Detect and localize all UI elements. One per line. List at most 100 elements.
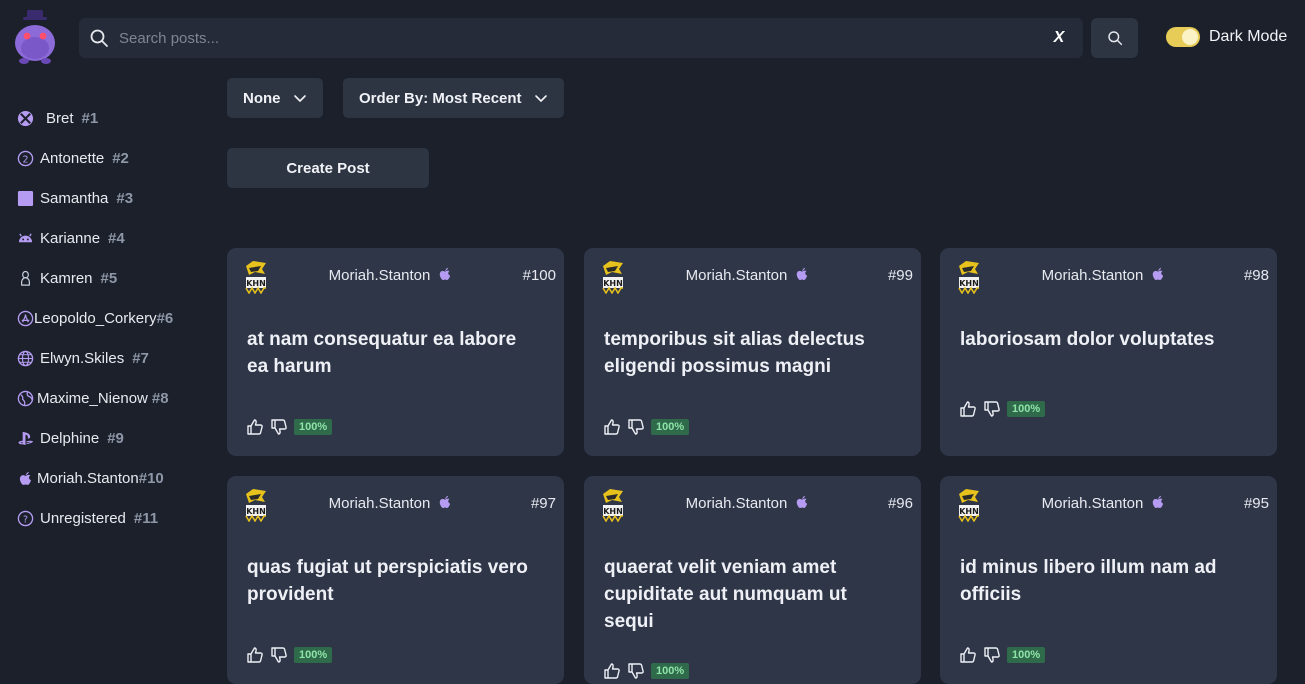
apple-icon xyxy=(797,495,808,509)
vote-controls: 100% xyxy=(603,662,690,680)
thumbs-up-icon[interactable] xyxy=(246,418,264,436)
sidebar-item-number: #5 xyxy=(100,269,118,287)
sidebar-item-number: #9 xyxy=(107,429,124,447)
sidebar: Bret #1 2 Antonette #2 Samantha #3 Karia… xyxy=(0,98,215,538)
post-number: #99 xyxy=(887,267,913,284)
search-input[interactable] xyxy=(119,18,1049,58)
linux-icon xyxy=(16,269,34,287)
sidebar-item-label: Elwyn.Skiles xyxy=(40,349,125,367)
avatar: KHN xyxy=(602,489,623,522)
sidebar-item-karianne[interactable]: Karianne #4 xyxy=(0,218,215,258)
post-author[interactable]: Moriah.Stanton xyxy=(644,267,851,284)
post-card[interactable]: KHN Moriah.Stanton #100 at nam consequat… xyxy=(227,248,564,456)
sidebar-item-maxime-nienow[interactable]: Maxime_Nienow #8 xyxy=(0,378,215,418)
post-title: id minus libero illum nam ad officiis xyxy=(960,557,1217,605)
thumbs-down-icon[interactable] xyxy=(270,418,288,436)
apple-icon xyxy=(1153,495,1164,509)
sidebar-item-label: Karianne xyxy=(40,229,101,247)
sidebar-item-number: #11 xyxy=(133,509,159,527)
sidebar-item-number: #3 xyxy=(116,189,134,207)
score-badge: 100% xyxy=(1007,647,1046,663)
sidebar-item-label: Leopoldo_Corkery xyxy=(34,309,157,327)
search-bar: X xyxy=(79,18,1083,58)
avatar: KHN xyxy=(602,261,623,294)
post-author[interactable]: Moriah.Stanton xyxy=(644,495,851,512)
post-author[interactable]: Moriah.Stanton xyxy=(287,267,494,284)
post-author-name: Moriah.Stanton xyxy=(1041,495,1144,512)
search-button[interactable] xyxy=(1091,18,1138,58)
sidebar-item-number: #7 xyxy=(132,349,149,367)
sidebar-item-unregistered[interactable]: ? Unregistered #11 xyxy=(0,498,215,538)
svg-text:KHN: KHN xyxy=(603,507,623,516)
thumbs-up-icon[interactable] xyxy=(959,646,977,664)
avatar: KHN xyxy=(958,261,979,294)
thumbs-down-icon[interactable] xyxy=(983,400,1001,418)
post-number: #97 xyxy=(530,495,556,512)
sidebar-item-label: Maxime_Nienow xyxy=(37,389,148,407)
thumbs-up-icon[interactable] xyxy=(603,662,621,680)
apple-icon xyxy=(797,267,808,281)
thumbs-down-icon[interactable] xyxy=(270,646,288,664)
post-author[interactable]: Moriah.Stanton xyxy=(1000,267,1207,284)
apple-icon xyxy=(440,267,451,281)
vote-controls: 100% xyxy=(246,418,333,436)
post-author-name: Moriah.Stanton xyxy=(685,267,788,284)
sidebar-item-leopoldo-corkery[interactable]: Leopoldo_Corkery #6 xyxy=(0,298,215,338)
score-badge: 100% xyxy=(1007,401,1046,417)
vote-controls: 100% xyxy=(603,418,690,436)
svg-text:2: 2 xyxy=(22,154,28,165)
order-dropdown[interactable]: Order By: Most Recent xyxy=(343,78,564,118)
sidebar-item-number: #8 xyxy=(151,389,169,407)
chevron-down-icon xyxy=(534,95,547,102)
svg-text:KHN: KHN xyxy=(959,507,979,516)
post-card[interactable]: KHN Moriah.Stanton #98 laboriosam dolor … xyxy=(940,248,1277,456)
create-post-button[interactable]: Create Post xyxy=(227,148,429,188)
sidebar-item-label: Unregistered xyxy=(40,509,126,527)
sidebar-item-number: #4 xyxy=(108,229,125,247)
post-title: quaerat velit veniam amet cupiditate aut… xyxy=(604,557,847,632)
score-badge: 100% xyxy=(651,419,690,435)
top-bar: X Dark Mode xyxy=(0,0,1305,78)
category-dropdown[interactable]: None xyxy=(227,78,323,118)
thumbs-down-icon[interactable] xyxy=(627,418,645,436)
sidebar-item-kamren[interactable]: Kamren #5 xyxy=(0,258,215,298)
sidebar-item-samantha[interactable]: Samantha #3 xyxy=(0,178,215,218)
clear-search-button[interactable]: X xyxy=(1049,29,1069,47)
circled-two-icon: 2 xyxy=(16,149,34,167)
vote-controls: 100% xyxy=(959,400,1046,418)
sidebar-item-label: Moriah.Stanton xyxy=(37,469,139,487)
post-card[interactable]: KHN Moriah.Stanton #99 temporibus sit al… xyxy=(584,248,921,456)
sidebar-item-label: Delphine xyxy=(40,429,100,447)
thumbs-down-icon[interactable] xyxy=(983,646,1001,664)
toggle-knob xyxy=(1182,29,1198,45)
thumbs-down-icon[interactable] xyxy=(627,662,645,680)
post-title: laboriosam dolor voluptates xyxy=(960,329,1215,350)
sidebar-item-number: #6 xyxy=(156,309,174,327)
sidebar-item-label: Samantha xyxy=(40,189,109,207)
sidebar-item-elwyn-skiles[interactable]: Elwyn.Skiles #7 xyxy=(0,338,215,378)
avatar: KHN xyxy=(958,489,979,522)
logo-icon[interactable] xyxy=(12,8,58,66)
sidebar-item-delphine[interactable]: Delphine #9 xyxy=(0,418,215,458)
sidebar-item-antonette[interactable]: 2 Antonette #2 xyxy=(0,138,215,178)
sidebar-item-number: #1 xyxy=(81,109,99,127)
sidebar-item-number: #2 xyxy=(112,149,129,167)
svg-text:KHN: KHN xyxy=(603,279,623,288)
thumbs-up-icon[interactable] xyxy=(246,646,264,664)
android-icon xyxy=(16,229,34,247)
sidebar-item-moriah-stanton[interactable]: Moriah.Stanton #10 xyxy=(0,458,215,498)
thumbs-up-icon[interactable] xyxy=(603,418,621,436)
earth-icon xyxy=(16,389,34,407)
dark-mode-toggle-group: Dark Mode xyxy=(1166,27,1287,47)
post-author[interactable]: Moriah.Stanton xyxy=(1000,495,1207,512)
post-number: #96 xyxy=(887,495,913,512)
apple-icon xyxy=(16,469,34,487)
vote-controls: 100% xyxy=(246,646,333,664)
sidebar-item-bret[interactable]: Bret #1 xyxy=(0,98,215,138)
post-author[interactable]: Moriah.Stanton xyxy=(287,495,494,512)
thumbs-up-icon[interactable] xyxy=(959,400,977,418)
post-title: temporibus sit alias delectus eligendi p… xyxy=(604,329,865,377)
dark-mode-toggle[interactable] xyxy=(1166,27,1200,47)
square-icon xyxy=(16,189,34,207)
vote-controls: 100% xyxy=(959,646,1046,664)
